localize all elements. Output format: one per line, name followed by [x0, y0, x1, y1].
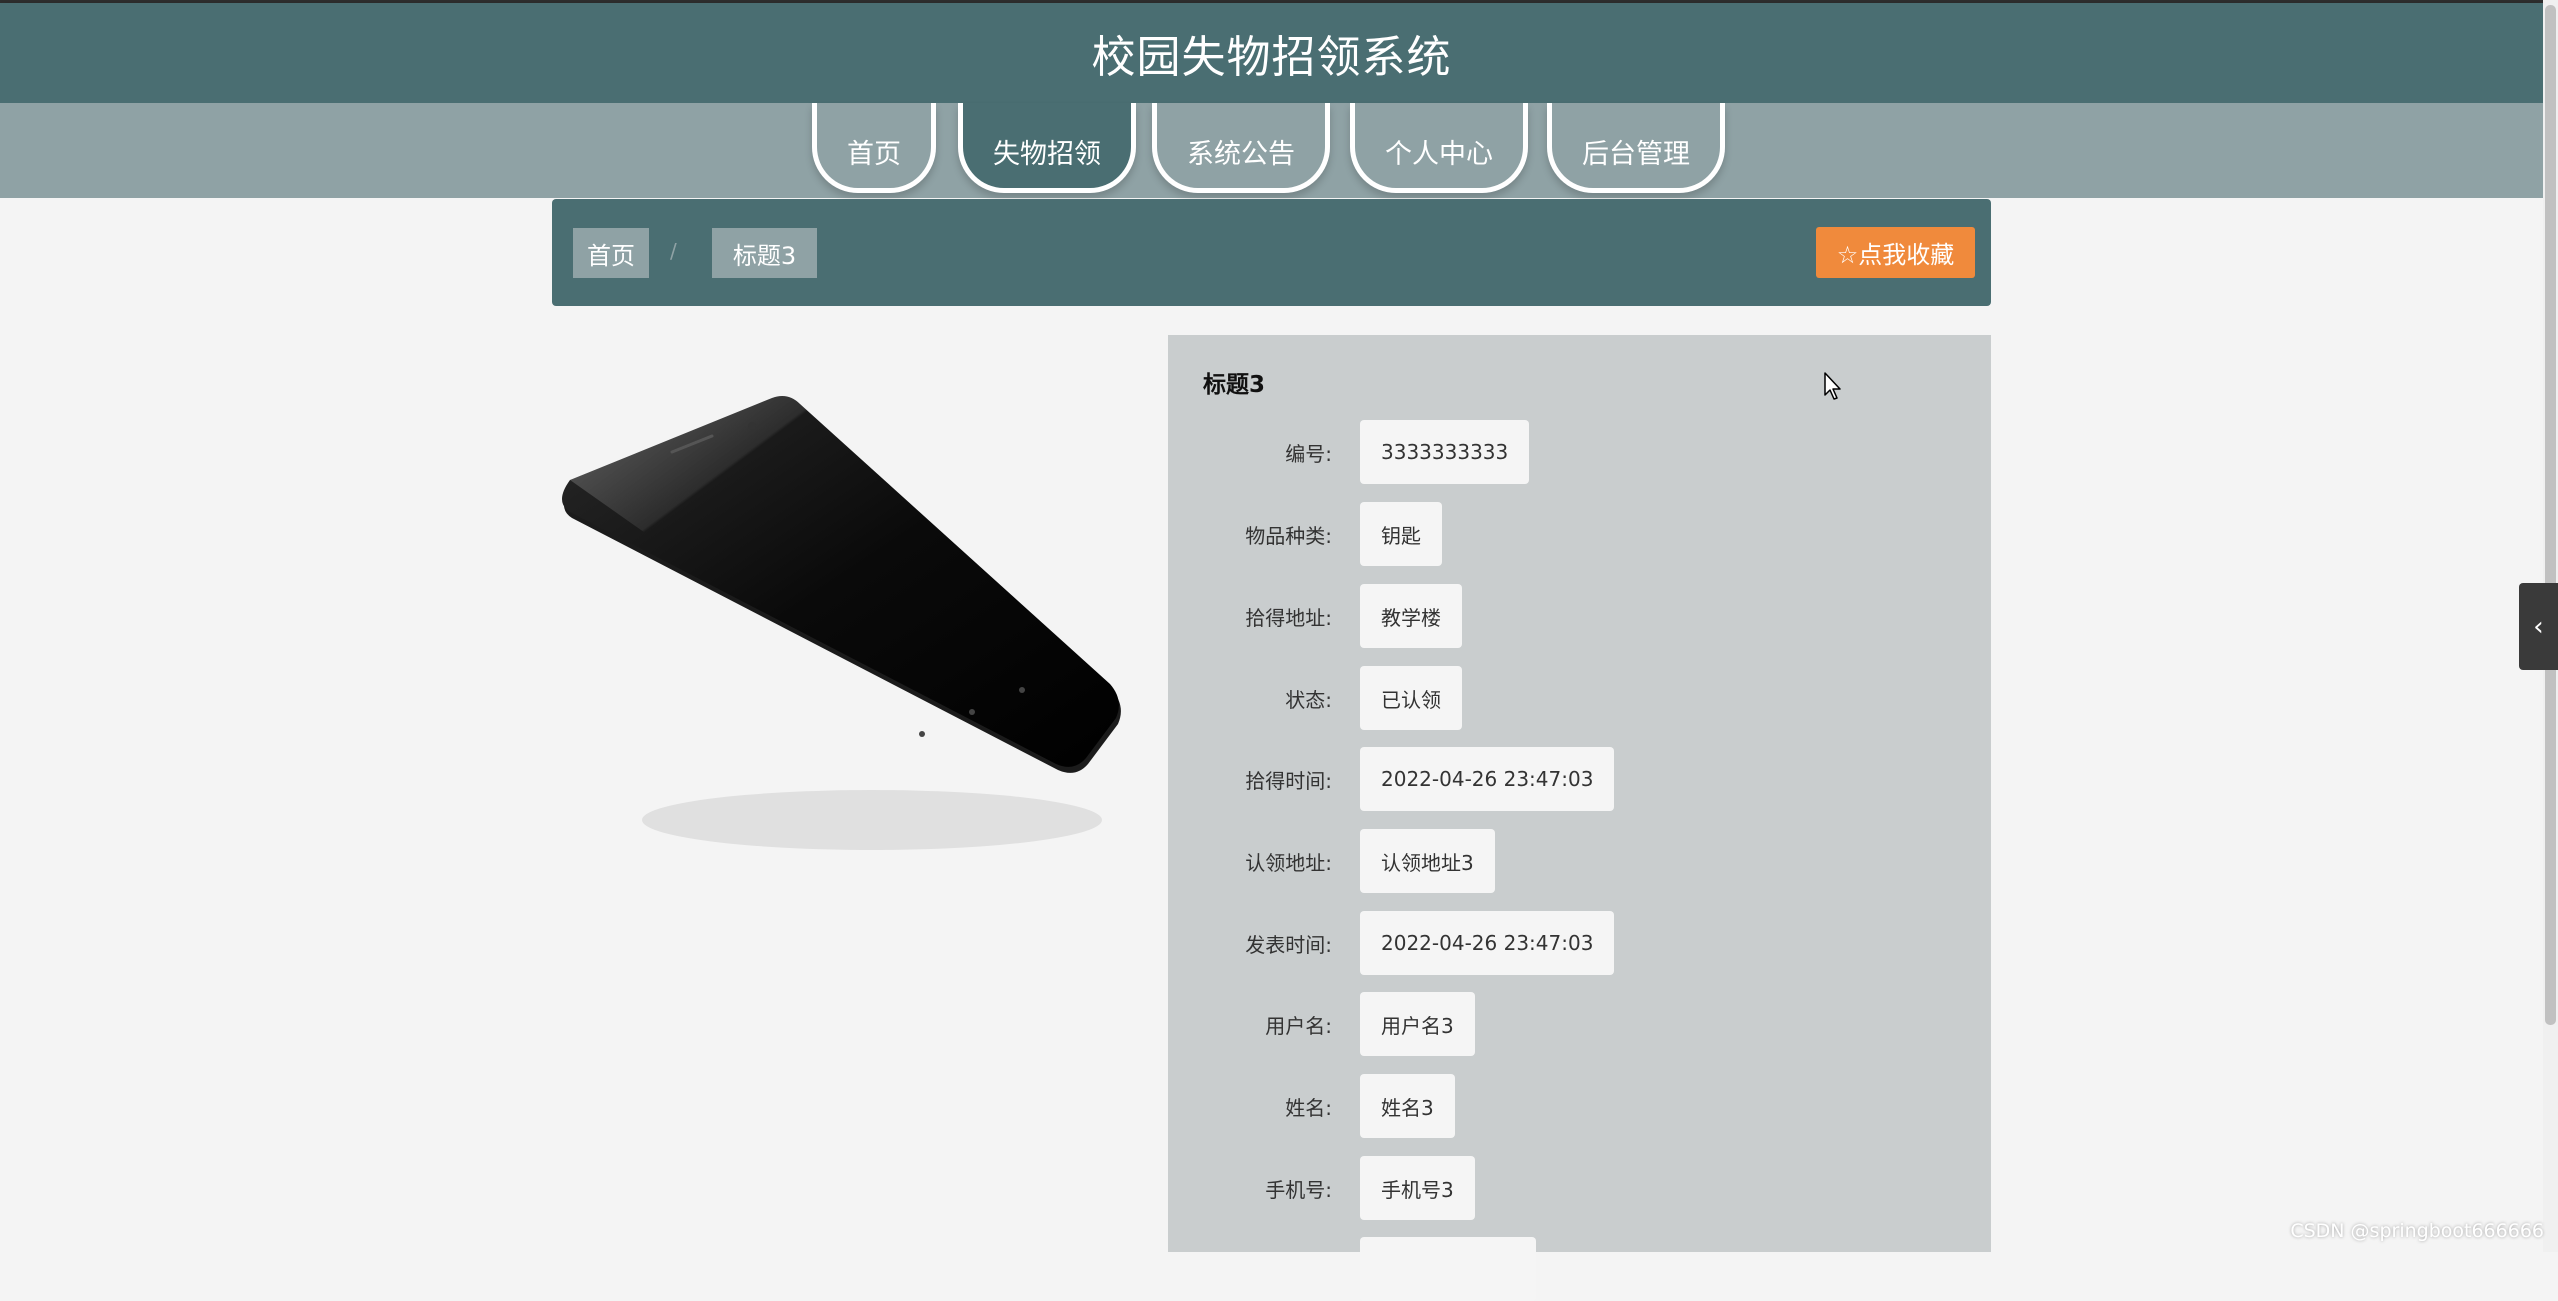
scrollbar-thumb[interactable]: [2545, 5, 2556, 1025]
field-value-found-location: 教学楼: [1360, 584, 1462, 648]
field-value-found-time: 2022-04-26 23:47:03: [1360, 747, 1615, 811]
field-value-phone: 手机号3: [1360, 1156, 1475, 1220]
field-row-username: 用户名: 用户名3: [1168, 992, 1991, 1056]
field-row-claim-location: 认领地址: 认领地址3: [1168, 829, 1991, 893]
detail-panel: 标题3 编号: 3333333333 物品种类: 钥匙 拾得地址: 教学楼 状态…: [1168, 335, 1991, 1301]
nav-item-announcements[interactable]: 系统公告: [1152, 103, 1330, 193]
nav-item-personal-center[interactable]: 个人中心: [1350, 103, 1528, 193]
breadcrumb-separator: /: [670, 239, 677, 263]
breadcrumb: 首页 / 标题3: [552, 199, 1991, 306]
field-label-username: 用户名:: [1265, 1013, 1332, 1038]
nav-item-admin[interactable]: 后台管理: [1547, 103, 1725, 193]
field-label-publish-time: 发表时间:: [1245, 932, 1332, 957]
field-label-category: 物品种类:: [1245, 523, 1332, 548]
watermark: CSDN @springboot666666: [2290, 1220, 2544, 1242]
breadcrumb-current: 标题3: [712, 228, 817, 278]
favorite-button[interactable]: ☆点我收藏: [1816, 227, 1975, 278]
field-row-publish-time: 发表时间: 2022-04-26 23:47:03: [1168, 911, 1991, 975]
field-label-id: 编号:: [1285, 441, 1332, 466]
field-value-id: 3333333333: [1360, 420, 1530, 484]
field-value-more: [1360, 1237, 1536, 1301]
side-panel-toggle[interactable]: ‹: [2519, 583, 2558, 670]
field-value-name: 姓名3: [1360, 1074, 1455, 1138]
field-label-status: 状态:: [1285, 687, 1332, 712]
field-value-username: 用户名3: [1360, 992, 1475, 1056]
field-label-name: 姓名:: [1285, 1095, 1332, 1120]
nav-item-home[interactable]: 首页: [812, 103, 936, 193]
chevron-left-icon: ‹: [2533, 611, 2544, 642]
field-row-category: 物品种类: 钥匙: [1168, 502, 1991, 566]
main-nav: 首页 失物招领 系统公告 个人中心 后台管理: [0, 103, 2543, 198]
field-value-category: 钥匙: [1360, 502, 1442, 566]
field-row-id: 编号: 3333333333: [1168, 420, 1991, 484]
site-title: 校园失物招领系统: [1091, 32, 1452, 83]
breadcrumb-home[interactable]: 首页: [573, 228, 649, 278]
field-row-found-time: 拾得时间: 2022-04-26 23:47:03: [1168, 747, 1991, 811]
field-label-found-location: 拾得地址:: [1245, 605, 1332, 630]
field-label-phone: 手机号:: [1265, 1177, 1332, 1202]
field-label-claim-location: 认领地址:: [1245, 850, 1332, 875]
field-label-found-time: 拾得时间:: [1245, 768, 1332, 793]
mouse-cursor-icon: [1824, 372, 1841, 400]
field-value-claim-location: 认领地址3: [1360, 829, 1495, 893]
product-image: [562, 396, 1121, 850]
field-row-status: 状态: 已认领: [1168, 666, 1991, 730]
nav-item-lost-found[interactable]: 失物招领: [958, 103, 1136, 193]
field-row-more: [1168, 1237, 1991, 1301]
detail-title: 标题3: [1203, 372, 1266, 398]
field-row-name: 姓名: 姓名3: [1168, 1074, 1991, 1138]
field-row-phone: 手机号: 手机号3: [1168, 1156, 1991, 1220]
field-value-status: 已认领: [1360, 666, 1462, 730]
field-value-publish-time: 2022-04-26 23:47:03: [1360, 911, 1615, 975]
field-row-found-location: 拾得地址: 教学楼: [1168, 584, 1991, 648]
site-header: 校园失物招领系统: [0, 3, 2543, 103]
